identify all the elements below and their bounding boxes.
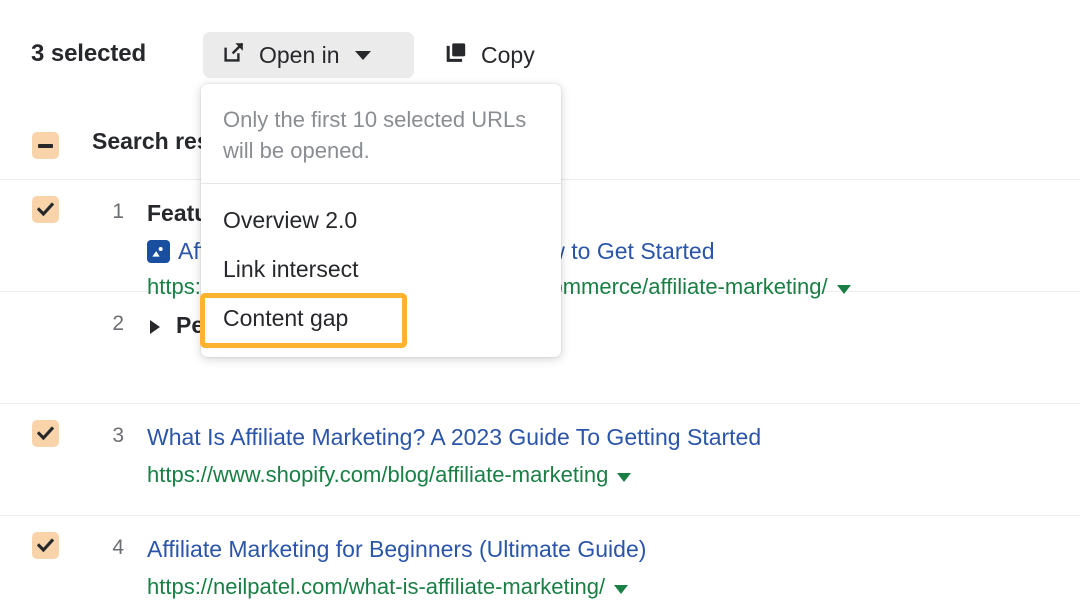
row-checkbox[interactable] bbox=[32, 196, 59, 223]
triangle-right-icon[interactable] bbox=[150, 320, 160, 334]
selected-count-label: 3 selected bbox=[31, 40, 147, 67]
row-checkbox[interactable] bbox=[32, 532, 59, 559]
menu-item-content-gap[interactable]: Content gap bbox=[201, 294, 561, 343]
row-rank: 4 bbox=[112, 536, 124, 559]
open-in-dropdown-menu: Only the first 10 selected URLs will be … bbox=[201, 84, 561, 357]
row-checkbox[interactable] bbox=[32, 420, 59, 447]
chevron-down-icon[interactable] bbox=[614, 584, 629, 594]
table-row: 3 What Is Affiliate Marketing? A 2023 Gu… bbox=[0, 404, 1080, 516]
image-result-icon bbox=[147, 240, 170, 263]
row-rank: 3 bbox=[112, 424, 124, 447]
check-icon bbox=[37, 538, 54, 553]
result-url[interactable]: https://www.shopify.com/blog/affiliate-m… bbox=[147, 462, 632, 488]
copy-button[interactable]: Copy bbox=[425, 32, 554, 78]
result-title-link[interactable]: Affiliate Marketing for Beginners (Ultim… bbox=[147, 536, 646, 563]
table-row: 4 Affiliate Marketing for Beginners (Ult… bbox=[0, 516, 1080, 614]
check-icon bbox=[37, 426, 54, 441]
select-all-checkbox[interactable] bbox=[32, 132, 59, 159]
open-in-button[interactable]: Open in bbox=[203, 32, 414, 78]
external-link-icon bbox=[222, 40, 246, 70]
chevron-down-icon[interactable] bbox=[617, 472, 632, 482]
result-url[interactable]: https://neilpatel.com/what-is-affiliate-… bbox=[147, 574, 629, 600]
row-rank: 2 bbox=[112, 312, 124, 335]
menu-item-overview[interactable]: Overview 2.0 bbox=[201, 196, 561, 245]
open-in-label: Open in bbox=[259, 41, 340, 68]
row-rank: 1 bbox=[112, 200, 124, 223]
minus-icon bbox=[38, 143, 53, 148]
dropdown-note: Only the first 10 selected URLs will be … bbox=[201, 84, 561, 184]
chevron-down-icon bbox=[354, 50, 371, 60]
copy-label: Copy bbox=[481, 41, 535, 68]
check-icon bbox=[37, 202, 54, 217]
menu-item-link-intersect[interactable]: Link intersect bbox=[201, 245, 561, 294]
dropdown-item-list: Overview 2.0 Link intersect Content gap bbox=[201, 184, 561, 357]
result-title-link[interactable]: What Is Affiliate Marketing? A 2023 Guid… bbox=[147, 424, 761, 451]
result-url-text: https://neilpatel.com/what-is-affiliate-… bbox=[147, 574, 606, 599]
result-url-text: https://www.shopify.com/blog/affiliate-m… bbox=[147, 462, 609, 487]
copy-icon bbox=[444, 40, 468, 70]
